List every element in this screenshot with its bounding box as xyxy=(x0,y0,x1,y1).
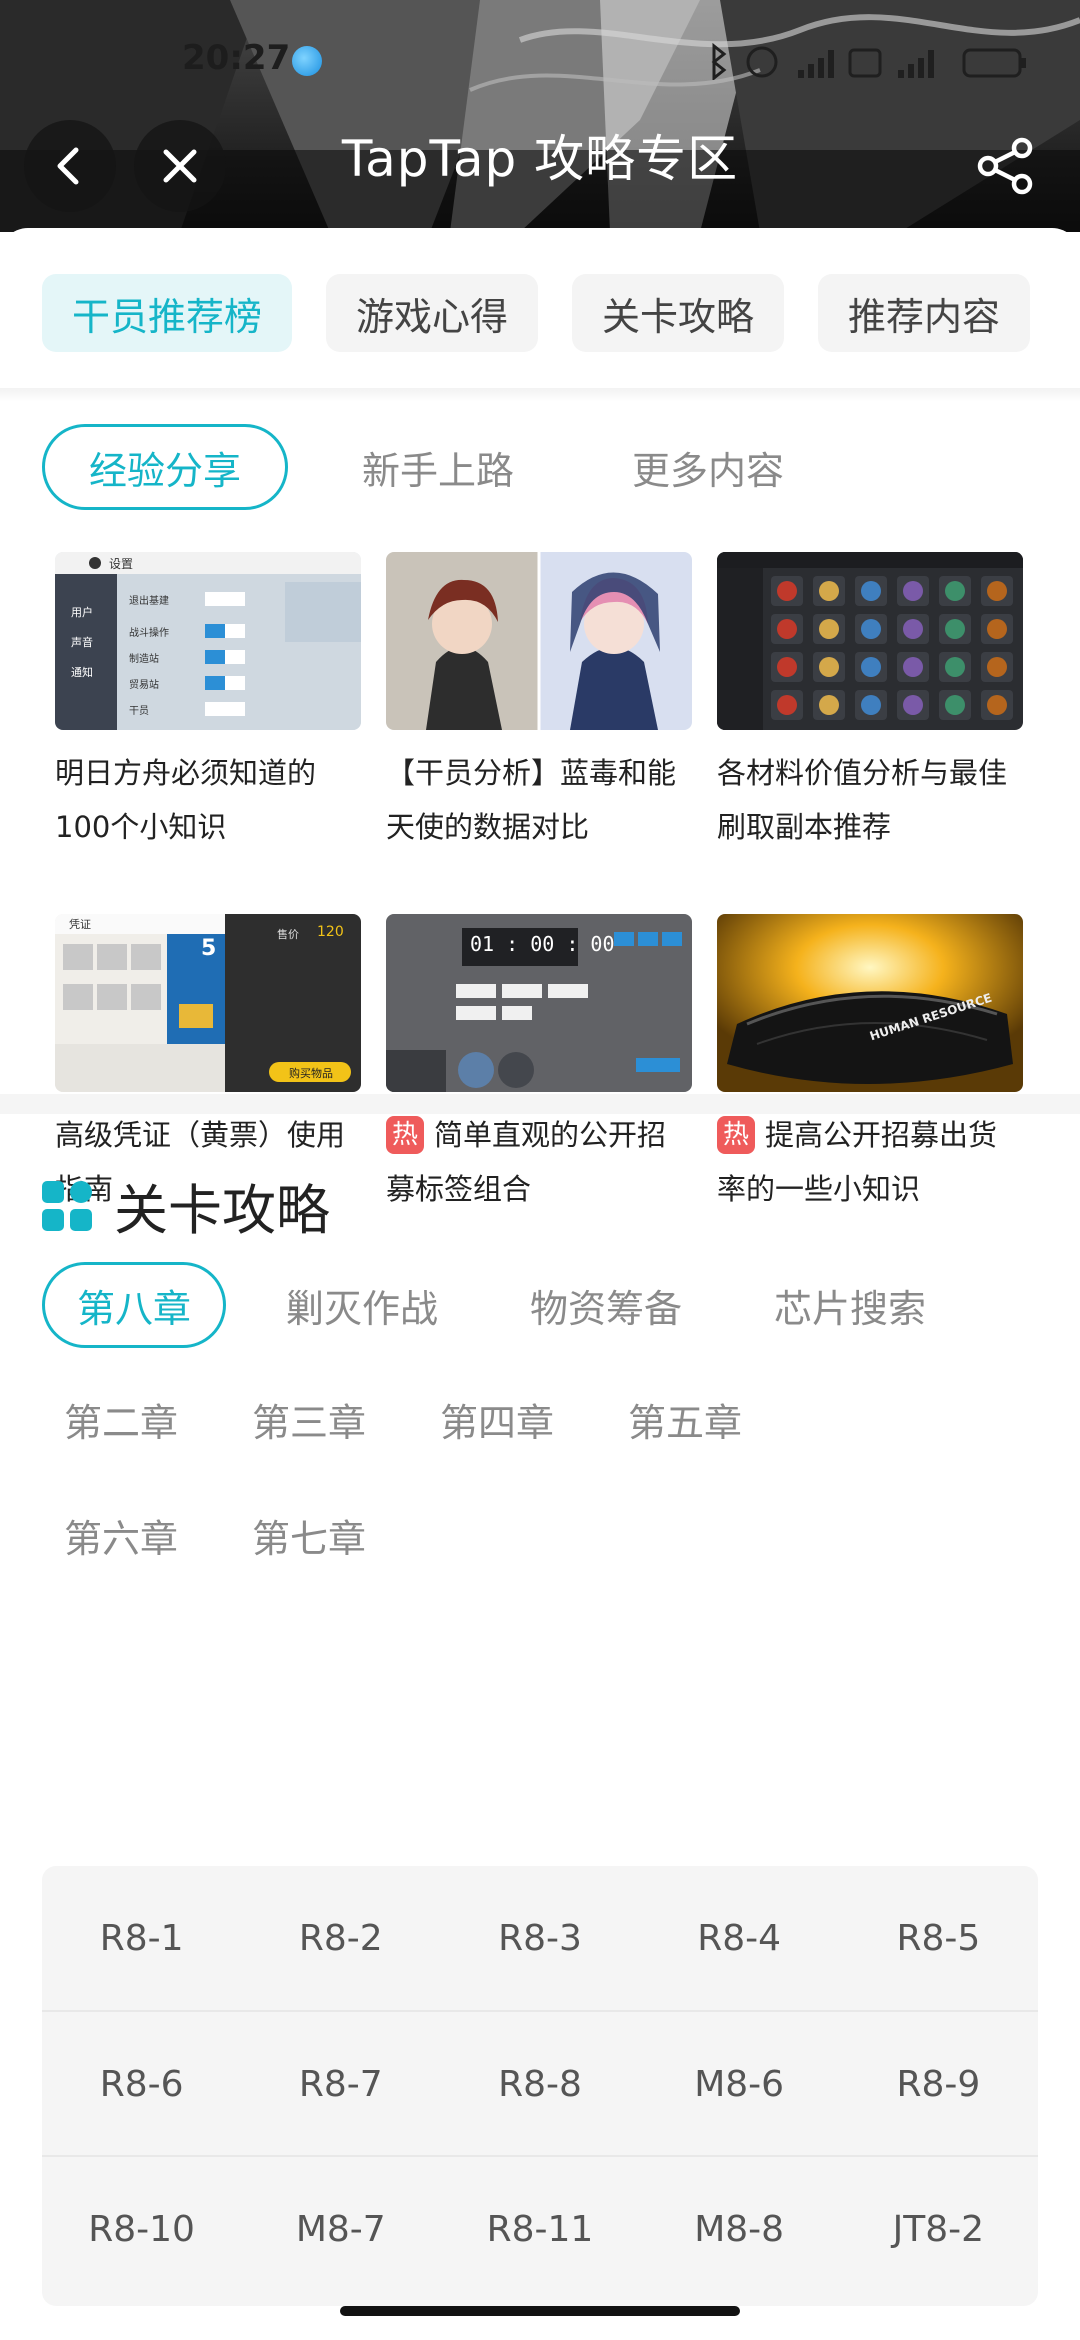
tab-game-tips[interactable]: 游戏心得 xyxy=(326,274,539,352)
stage-link[interactable]: JT8-2 xyxy=(839,2157,1038,2301)
thumb-settings-row: 声音 xyxy=(71,636,93,649)
chapter-filter-row: 第二章 第三章 第四章 第五章 xyxy=(42,1376,764,1462)
stage-row: R8-10 M8-7 R8-11 M8-8 JT8-2 xyxy=(42,2155,1038,2299)
hot-badge: 热 xyxy=(386,1116,424,1154)
article-card[interactable]: HUMAN RESOURCE 热提高公开招募出货率的一些小知识 xyxy=(717,914,1023,1216)
section-header: 关卡攻略 xyxy=(42,1166,330,1245)
thumb-price: 120 xyxy=(317,924,344,940)
tab-stage-guides[interactable]: 关卡攻略 xyxy=(572,274,785,352)
stage-link[interactable]: R8-6 xyxy=(42,2012,241,2156)
article-thumbnail: HUMAN RESOURCE xyxy=(717,914,1023,1092)
thumb-price-label: 售价 xyxy=(277,928,299,941)
chapter-tab[interactable]: 第二章 xyxy=(42,1376,200,1462)
article-thumbnail: 凭证 5 售价 120 购买物品 xyxy=(55,914,361,1092)
app-notification-icon xyxy=(292,46,322,76)
share-icon xyxy=(977,137,1033,195)
section-title: 关卡攻略 xyxy=(114,1179,330,1242)
sub-tabs: 经验分享 新手上路 更多内容 xyxy=(42,424,828,510)
stage-link[interactable]: R8-3 xyxy=(440,1866,639,2010)
stage-link[interactable]: R8-7 xyxy=(241,2012,440,2156)
chapter-filter-row: 第八章 剿灭作战 物资筹备 芯片搜索 xyxy=(42,1262,958,1348)
stage-link[interactable]: M8-7 xyxy=(241,2157,440,2301)
article-card[interactable]: 各材料价值分析与最佳刷取副本推荐 xyxy=(717,552,1023,854)
chapter-tab[interactable]: 第六章 xyxy=(42,1492,200,1578)
chapter-tab[interactable]: 第三章 xyxy=(230,1376,388,1462)
article-thumbnail: 设置 用户 声音 通知 退出基建 战斗操作 制造站 贸易站 干员 xyxy=(55,552,361,730)
article-title: 明日方舟必须知道的100个小知识 xyxy=(55,756,317,844)
thumb-timer: 01 : 00 : 00 xyxy=(470,932,615,956)
chapter-tab[interactable]: 剿灭作战 xyxy=(254,1262,470,1348)
article-title: 热提高公开招募出货率的一些小知识 xyxy=(717,1116,998,1206)
chapter-tab[interactable]: 物资筹备 xyxy=(498,1262,714,1348)
stage-link[interactable]: R8-4 xyxy=(640,1866,839,2010)
stage-link[interactable]: M8-8 xyxy=(640,2157,839,2301)
thumb-settings-item: 干员 xyxy=(129,706,149,717)
article-thumbnail xyxy=(386,552,692,730)
stage-row: R8-6 R8-7 R8-8 M8-6 R8-9 xyxy=(42,2010,1038,2154)
thumb-settings-label: 设置 xyxy=(109,557,134,571)
thumb-settings-row: 用户 xyxy=(71,606,93,619)
thumb-settings-item: 战斗操作 xyxy=(129,628,169,639)
thumb-shop-title: 凭证 xyxy=(69,918,91,931)
stage-link[interactable]: R8-9 xyxy=(839,2012,1038,2156)
tab-recommended[interactable]: 推荐内容 xyxy=(818,274,1031,352)
stage-link[interactable]: R8-11 xyxy=(440,2157,639,2301)
status-icons xyxy=(711,42,1026,80)
tabs-divider xyxy=(0,388,1080,402)
thumb-settings-item: 退出基建 xyxy=(129,596,169,607)
subtab-more[interactable]: 更多内容 xyxy=(588,424,828,510)
article-title: 各材料价值分析与最佳刷取副本推荐 xyxy=(717,756,1008,844)
article-title: 热简单直观的公开招募标签组合 xyxy=(386,1116,667,1206)
category-tabs: 干员推荐榜 游戏心得 关卡攻略 推荐内容 xyxy=(42,274,1031,352)
header-bar: 20:27 TapTap 攻略专区 xyxy=(0,0,1080,232)
article-thumbnail: 01 : 00 : 00 xyxy=(386,914,692,1092)
thumb-settings-item: 贸易站 xyxy=(129,680,159,691)
chapter-tab[interactable]: 第四章 xyxy=(418,1376,576,1462)
hot-badge: 热 xyxy=(717,1116,755,1154)
stage-link[interactable]: R8-2 xyxy=(241,1866,440,2010)
thumb-buy-button: 购买物品 xyxy=(289,1067,333,1080)
chapter-tab[interactable]: 第五章 xyxy=(606,1376,764,1462)
stage-grid: R8-1 R8-2 R8-3 R8-4 R8-5 R8-6 R8-7 R8-8 … xyxy=(42,1866,1038,2306)
subtab-experience[interactable]: 经验分享 xyxy=(42,424,289,510)
grid-squares-icon xyxy=(42,1180,92,1231)
section-divider xyxy=(0,1094,1080,1114)
content-card: 干员推荐榜 游戏心得 关卡攻略 推荐内容 经验分享 新手上路 更多内容 设置 用… xyxy=(0,228,1080,2340)
stage-link[interactable]: M8-6 xyxy=(640,2012,839,2156)
status-time: 20:27 xyxy=(182,38,291,78)
article-card[interactable]: 01 : 00 : 00 热简单直观的公开招募标签组合 xyxy=(386,914,692,1216)
thumb-settings-row: 通知 xyxy=(71,666,93,679)
home-indicator[interactable] xyxy=(340,2306,740,2316)
chapter-filter-row: 第六章 第七章 xyxy=(42,1492,388,1578)
article-card[interactable]: 【干员分析】蓝毒和能天使的数据对比 xyxy=(386,552,692,854)
chapter-tab[interactable]: 第七章 xyxy=(230,1492,388,1578)
stage-row: R8-1 R8-2 R8-3 R8-4 R8-5 xyxy=(42,1866,1038,2010)
thumb-settings-item: 制造站 xyxy=(129,654,159,665)
chapter-tab[interactable]: 第八章 xyxy=(42,1262,227,1348)
article-grid: 设置 用户 声音 通知 退出基建 战斗操作 制造站 贸易站 干员 明日方舟必须知… xyxy=(55,552,1027,1252)
stage-link[interactable]: R8-1 xyxy=(42,1866,241,2010)
thumb-shop-count: 5 xyxy=(201,936,217,961)
chapter-tab[interactable]: 芯片搜索 xyxy=(742,1262,958,1348)
article-thumbnail xyxy=(717,552,1023,730)
share-button[interactable] xyxy=(970,130,1042,202)
article-title: 【干员分析】蓝毒和能天使的数据对比 xyxy=(386,756,677,844)
stage-link[interactable]: R8-5 xyxy=(839,1866,1038,2010)
stage-link[interactable]: R8-8 xyxy=(440,2012,639,2156)
article-card[interactable]: 设置 用户 声音 通知 退出基建 战斗操作 制造站 贸易站 干员 明日方舟必须知… xyxy=(55,552,361,854)
subtab-beginner[interactable]: 新手上路 xyxy=(318,424,558,510)
tab-operator-ranking[interactable]: 干员推荐榜 xyxy=(42,274,293,352)
stage-link[interactable]: R8-10 xyxy=(42,2157,241,2301)
page-title: TapTap 攻略专区 xyxy=(341,130,739,188)
